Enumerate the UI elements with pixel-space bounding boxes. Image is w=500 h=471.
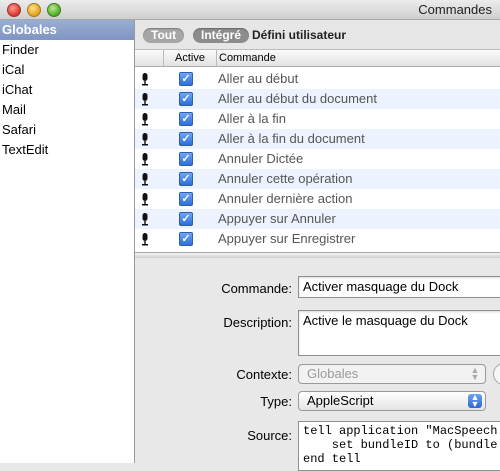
active-checkbox[interactable]: ✓ [179,212,193,226]
close-window-button[interactable] [7,3,21,17]
command-name: Aller à la fin du document [218,131,365,146]
active-checkbox[interactable]: ✓ [179,112,193,126]
filter-all-button[interactable]: Tout [143,28,185,43]
table-row[interactable]: ✓ Appuyer sur Annuler [135,209,500,229]
description-field[interactable]: Active le masquage du Dock [298,310,500,356]
command-name: Annuler dernière action [218,191,353,206]
context-popup[interactable]: Globales ▲ ▼ [298,364,486,384]
command-name: Aller au début [218,71,299,86]
command-label: Commande: [221,281,292,296]
table-row[interactable]: ✓ Annuler cette opération [135,169,500,189]
command-field[interactable]: Activer masquage du Dock [298,276,500,298]
window-title: Commandes [418,2,492,17]
zoom-window-button[interactable] [47,3,61,17]
active-checkbox[interactable]: ✓ [179,132,193,146]
microphone-icon [142,73,148,86]
sidebar-item-ical[interactable]: iCal [0,60,134,80]
filter-user-defined-button[interactable]: Défini utilisateur [252,28,346,42]
microphone-icon [142,213,148,226]
microphone-icon [142,193,148,206]
updown-arrows-icon: ▲ ▼ [470,365,480,382]
table-row[interactable]: ✓ Aller au début du document [135,89,500,109]
table-row[interactable]: ✓ Annuler Dictée [135,149,500,169]
table-row[interactable]: ✓ Annuler dernière action [135,189,500,209]
command-name: Annuler Dictée [218,151,304,166]
sidebar-item-textedit[interactable]: TextEdit [0,140,134,160]
microphone-icon [142,93,148,106]
sidebar-item-ichat[interactable]: iChat [0,80,134,100]
column-header-active[interactable]: Active [163,50,217,66]
active-checkbox[interactable]: ✓ [179,232,193,246]
sidebar-item-mail[interactable]: Mail [0,100,134,120]
column-header-command[interactable]: Commande [219,50,276,66]
source-label: Source: [247,428,292,443]
filter-integrated-button[interactable]: Intégré [193,28,250,43]
active-checkbox[interactable]: ✓ [179,172,193,186]
source-editor[interactable]: tell application "MacSpeech set bundleID… [298,421,500,471]
command-name: Aller au début du document [218,91,377,106]
table-row[interactable]: ✓ Appuyer sur Enregistrer [135,229,500,249]
title-bar: Commandes [0,0,500,20]
command-detail-panel: Commande: Activer masquage du Dock Descr… [135,258,500,471]
microphone-icon [142,173,148,186]
microphone-icon [142,153,148,166]
context-options-button[interactable] [493,363,500,385]
type-popup[interactable]: AppleScript ▲ ▼ [298,391,486,411]
active-checkbox[interactable]: ✓ [179,152,193,166]
active-checkbox[interactable]: ✓ [179,72,193,86]
microphone-icon [142,133,148,146]
table-row[interactable]: ✓ Aller à la fin du document [135,129,500,149]
sidebar: Globales Finder iCal iChat Mail Safari T… [0,20,135,463]
microphone-icon [142,113,148,126]
sidebar-item-safari[interactable]: Safari [0,120,134,140]
updown-arrows-icon: ▲ ▼ [468,393,482,409]
filter-bar: Tout Intégré Défini utilisateur [135,20,500,49]
table-header: Active Commande [135,50,500,67]
minimize-window-button[interactable] [27,3,41,17]
microphone-icon [142,233,148,246]
context-label: Contexte: [236,367,292,382]
table-row[interactable]: ✓ Aller à la fin [135,109,500,129]
description-label: Description: [223,315,292,330]
command-name: Annuler cette opération [218,171,353,186]
command-name: Appuyer sur Annuler [218,211,336,226]
command-name: Appuyer sur Enregistrer [218,231,356,246]
type-label: Type: [260,394,292,409]
table-row[interactable]: ✓ Aller au début [135,69,500,89]
active-checkbox[interactable]: ✓ [179,192,193,206]
context-value: Globales [307,366,359,381]
active-checkbox[interactable]: ✓ [179,92,193,106]
sidebar-item-globales[interactable]: Globales [0,20,134,40]
command-name: Aller à la fin [218,111,286,126]
sidebar-item-finder[interactable]: Finder [0,40,134,60]
commands-table: Active Commande ✓ Aller au début ✓ Aller… [135,49,500,253]
type-value: AppleScript [307,393,374,408]
